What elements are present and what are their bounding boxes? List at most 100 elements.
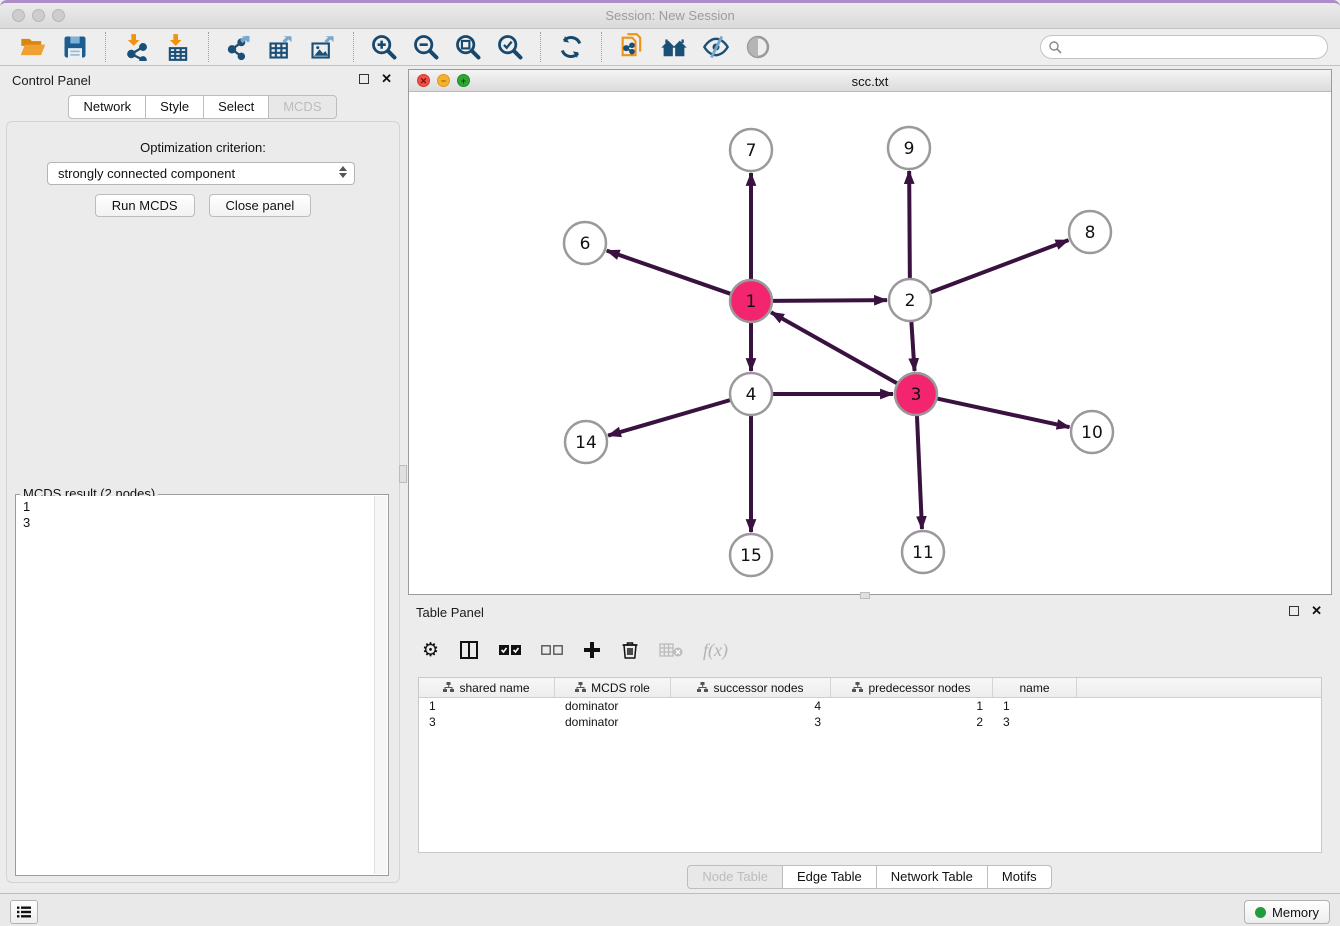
table-row[interactable]: 3dominator323 — [419, 714, 1321, 730]
node-table: shared nameMCDS rolesuccessor nodesprede… — [418, 677, 1322, 853]
table-cell[interactable]: 3 — [419, 714, 555, 730]
network-canvas[interactable]: 7968124314101511 — [409, 92, 1331, 594]
tab-motifs[interactable]: Motifs — [987, 865, 1052, 889]
import-network-icon[interactable] — [115, 31, 157, 63]
mcds-result-list[interactable]: 13 — [17, 496, 374, 874]
search-icon — [1048, 40, 1062, 59]
tab-style[interactable]: Style — [145, 95, 204, 119]
graph-edge-3-10[interactable] — [937, 398, 1070, 427]
close-panel-button[interactable]: Close panel — [209, 194, 312, 217]
search-container — [1040, 35, 1328, 59]
toolbar-separator — [540, 32, 541, 62]
table-panel-title: Table Panel — [416, 605, 484, 620]
graph-node-label-14: 14 — [575, 433, 597, 453]
export-table-icon[interactable] — [260, 31, 302, 63]
zoom-selected-icon[interactable] — [489, 31, 531, 63]
home-icon[interactable] — [653, 31, 695, 63]
graph-edge-4-14[interactable] — [608, 400, 731, 436]
close-panel-icon[interactable]: ✕ — [381, 73, 392, 85]
memory-label: Memory — [1272, 905, 1319, 920]
graph-edge-1-6[interactable] — [607, 251, 731, 294]
table-cell[interactable]: 1 — [993, 698, 1077, 714]
optimization-criterion-label: Optimization criterion: — [7, 140, 399, 155]
graph-node-label-10: 10 — [1081, 423, 1103, 443]
deselect-all-icon[interactable] — [541, 643, 563, 657]
refresh-layout-icon[interactable] — [550, 31, 592, 63]
gear-icon[interactable]: ⚙ — [422, 640, 439, 660]
table-row[interactable]: 1dominator411 — [419, 698, 1321, 714]
table-cell[interactable]: 4 — [671, 698, 831, 714]
add-column-icon[interactable] — [583, 641, 601, 659]
tab-network[interactable]: Network — [68, 95, 146, 119]
zoom-out-icon[interactable] — [405, 31, 447, 63]
column-layout-icon[interactable] — [459, 640, 479, 660]
tab-mcds[interactable]: MCDS — [268, 95, 336, 119]
graph-edge-1-2[interactable] — [772, 300, 887, 301]
vertical-splitter-handle[interactable] — [399, 465, 407, 483]
toolbar-separator — [601, 32, 602, 62]
table-cell[interactable]: dominator — [555, 714, 671, 730]
tab-node-table[interactable]: Node Table — [687, 865, 783, 889]
graph-edge-2-3[interactable] — [911, 321, 914, 371]
graph-node-label-2: 2 — [905, 291, 916, 311]
export-network-icon[interactable] — [218, 31, 260, 63]
network-graph[interactable]: 7968124314101511 — [409, 92, 1331, 595]
select-all-icon[interactable] — [499, 643, 521, 657]
hide-details-icon[interactable] — [695, 31, 737, 63]
show-panels-button[interactable] — [10, 900, 38, 924]
column-header-name[interactable]: name — [993, 678, 1077, 697]
column-header-predecessor-nodes[interactable]: predecessor nodes — [831, 678, 993, 697]
delete-column-icon[interactable] — [621, 640, 639, 660]
toolbar-separator — [105, 32, 106, 62]
table-toolbar: ⚙ f(x) — [422, 631, 728, 669]
tree-icon — [443, 681, 454, 695]
import-table-icon[interactable] — [157, 31, 199, 63]
graph-edge-3-1[interactable] — [771, 312, 898, 383]
close-table-panel-icon[interactable]: ✕ — [1311, 605, 1322, 617]
run-mcds-button[interactable]: Run MCDS — [95, 194, 195, 217]
table-cell[interactable]: dominator — [555, 698, 671, 714]
column-header-label: name — [1019, 681, 1049, 695]
table-panel: Table Panel ✕ ⚙ — [408, 601, 1332, 893]
column-header-MCDS-role[interactable]: MCDS role — [555, 678, 671, 697]
mcds-result-item[interactable]: 3 — [23, 515, 368, 531]
column-header-successor-nodes[interactable]: successor nodes — [671, 678, 831, 697]
table-cell[interactable]: 1 — [831, 698, 993, 714]
tab-select[interactable]: Select — [203, 95, 269, 119]
zoom-fit-icon[interactable] — [447, 31, 489, 63]
graph-edge-3-11[interactable] — [917, 415, 922, 529]
birds-eye-icon[interactable] — [737, 31, 779, 63]
table-tabs: Node Table Edge Table Network Table Moti… — [408, 865, 1332, 889]
tree-icon — [575, 681, 586, 695]
table-cell[interactable]: 3 — [993, 714, 1077, 730]
main-toolbar — [0, 29, 1340, 66]
optimization-criterion-select[interactable]: strongly connected component — [47, 162, 355, 185]
open-file-icon[interactable] — [12, 31, 54, 63]
save-session-icon[interactable] — [54, 31, 96, 63]
search-input[interactable] — [1040, 35, 1328, 59]
app-window: Session: New Session — [0, 0, 1340, 926]
float-panel-icon[interactable] — [359, 74, 369, 84]
tree-icon — [697, 681, 708, 695]
column-header-shared-name[interactable]: shared name — [419, 678, 555, 697]
clone-network-icon[interactable] — [611, 31, 653, 63]
tab-edge-table[interactable]: Edge Table — [782, 865, 877, 889]
mcds-result-item[interactable]: 1 — [23, 499, 368, 515]
horizontal-splitter-handle[interactable] — [860, 592, 870, 599]
optimization-criterion-value: strongly connected component — [58, 166, 235, 181]
graph-edge-2-8[interactable] — [930, 240, 1069, 292]
graph-node-label-6: 6 — [580, 234, 591, 254]
tab-network-table[interactable]: Network Table — [876, 865, 988, 889]
tree-icon — [852, 681, 863, 695]
memory-button[interactable]: Memory — [1244, 900, 1330, 924]
delete-table-icon — [659, 642, 683, 658]
table-cell[interactable]: 1 — [419, 698, 555, 714]
table-cell[interactable]: 3 — [671, 714, 831, 730]
list-icon — [16, 905, 32, 919]
graph-edge-2-9[interactable] — [909, 171, 910, 279]
export-image-icon[interactable] — [302, 31, 344, 63]
table-cell[interactable]: 2 — [831, 714, 993, 730]
float-table-panel-icon[interactable] — [1289, 606, 1299, 616]
zoom-in-icon[interactable] — [363, 31, 405, 63]
mcds-scrollbar[interactable] — [374, 496, 387, 874]
